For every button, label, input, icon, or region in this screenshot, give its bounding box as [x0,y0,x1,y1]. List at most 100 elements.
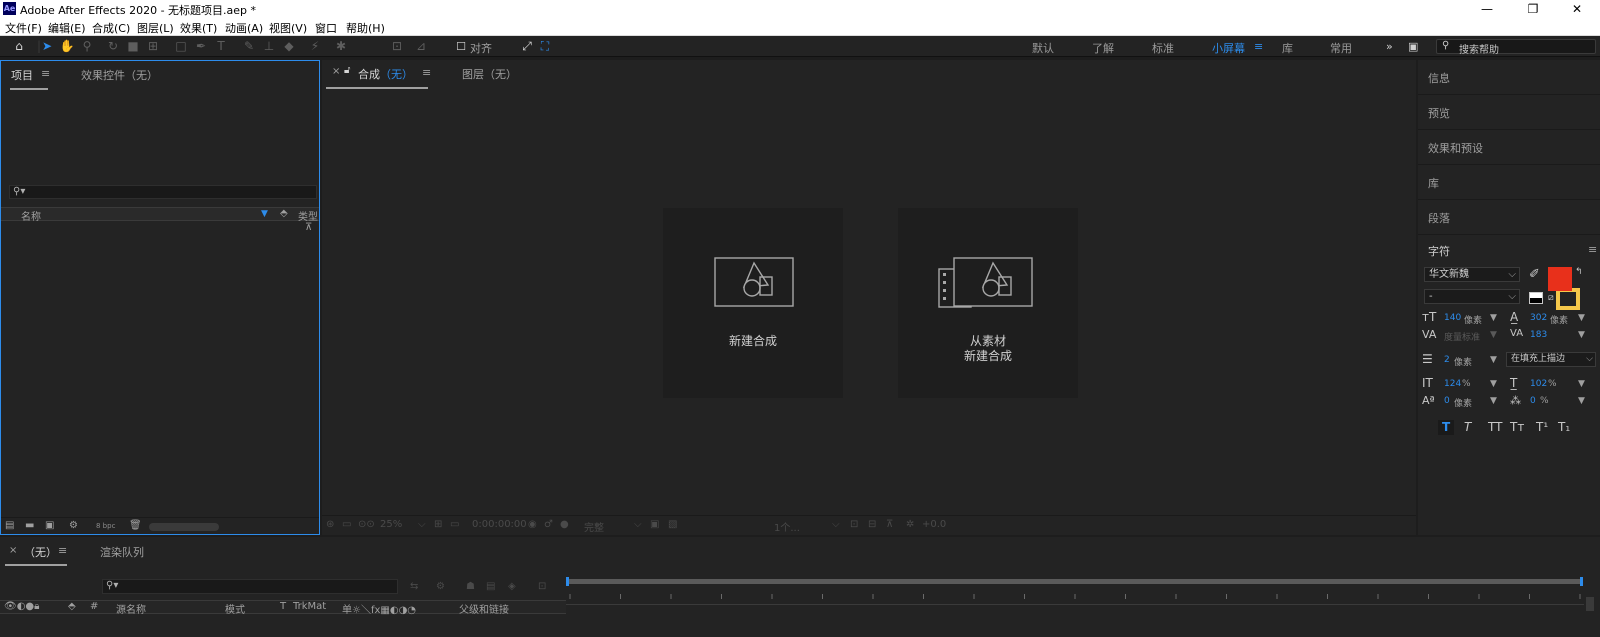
monitor-icon[interactable]: ▭ [342,519,351,530]
faux-bold-button[interactable]: T [1442,420,1450,434]
comp-panel-menu-icon[interactable]: ≡ [422,66,431,79]
fast-preview-icon[interactable]: ⊡ [850,519,858,530]
baseline-shift-value[interactable]: 0 [1444,396,1450,406]
exposure-value[interactable]: +0.0 [922,519,946,530]
eyedropper-icon[interactable]: ✐ [1529,267,1540,282]
timecode-display[interactable]: 0:00:00:00 [472,519,527,530]
tab-project[interactable]: 项目 [11,67,33,83]
show-snapshot-icon[interactable]: ♂ [544,519,553,530]
always-preview-icon[interactable]: ⊛ [326,519,334,530]
timeline-search-input[interactable]: ⚲▾ [102,579,398,594]
tab-layer[interactable]: 图层（无） [462,66,517,82]
leading-value[interactable]: 302 [1530,313,1547,323]
exposure-icon[interactable]: ✲ [906,519,914,530]
panel-libraries[interactable]: 库 [1418,165,1600,200]
av-switches-icon[interactable]: 👁◐●🔒︎ [4,601,39,612]
bit-depth-label[interactable]: 8 bpc [96,522,115,530]
vertical-scrollbar[interactable] [1586,597,1594,611]
rectangle-tool-icon[interactable]: □ [172,38,190,55]
panel-effects-presets[interactable]: 效果和预设 [1418,130,1600,165]
axis-world-icon[interactable]: ⊿ [412,38,430,55]
column-switches[interactable]: 单☼＼fx▦◐◑◔ [342,601,416,616]
zoom-dropdown[interactable]: 25% [380,519,402,530]
rotate-tool-icon[interactable]: ↻ [104,38,122,55]
timeline-icon[interactable]: ⊟ [868,519,876,530]
new-composition-icon[interactable]: ▣ [45,520,54,531]
workspace-common[interactable]: 常用 [1330,40,1352,56]
eraser-tool-icon[interactable]: ◆ [280,38,298,55]
hand-tool-icon[interactable]: ✋ [58,38,76,55]
flowchart-icon[interactable]: ⊼ [886,519,893,530]
selection-tool-icon[interactable]: ➤ [38,38,56,55]
font-style-select[interactable]: - ⌵ [1424,289,1520,304]
delete-trash-icon[interactable]: 🗑 [129,520,142,531]
roto-brush-tool-icon[interactable]: ⚡ [306,38,324,55]
tab-render-queue[interactable]: 渲染队列 [100,544,144,560]
views-dropdown[interactable]: 1个... [774,519,800,534]
black-white-swatch[interactable] [1529,292,1543,304]
kerning-value[interactable]: 度量标准 [1444,330,1480,343]
workspace-menu-icon[interactable]: ≡ [1254,40,1263,53]
column-t[interactable]: T [280,601,286,612]
snap-grid-icon[interactable]: ⛶ [536,38,554,55]
workspace-small-screen[interactable]: 小屏幕 [1212,40,1245,56]
workspace-layout-icon[interactable]: ▣ [1408,40,1418,53]
tab-effect-controls[interactable]: 效果控件（无） [81,67,158,83]
menu-layer[interactable]: 图层(L) [137,20,174,36]
camera-tool-icon[interactable]: ■ [124,38,142,55]
menu-animation[interactable]: 动画(A) [225,20,263,36]
menu-effect[interactable]: 效果(T) [180,20,217,36]
brush-tool-icon[interactable]: ✎ [240,38,258,55]
new-folder-icon[interactable]: ▬ [25,520,34,531]
character-panel-menu-icon[interactable]: ≡ [1588,243,1597,256]
flowchart-icon[interactable]: ⊼ [305,222,312,233]
column-source-name[interactable]: 源名称 [116,601,146,616]
fill-color-swatch[interactable] [1548,267,1572,291]
more-workspaces-icon[interactable]: » [1386,40,1393,53]
motion-blur-icon[interactable]: ◈ [508,581,516,592]
close-button[interactable]: ✕ [1554,0,1600,18]
graph-editor-icon[interactable]: ⊡ [538,581,546,592]
workspace-standard[interactable]: 标准 [1152,40,1174,56]
zoom-tool-icon[interactable]: ⚲ [78,38,96,55]
lock-icon[interactable]: 🔓︎ [344,65,350,76]
tab-composition[interactable]: 合成（无） [358,66,413,82]
axis-local-icon[interactable]: ⊡ [388,38,406,55]
project-settings-icon[interactable]: ⚙ [69,520,78,531]
stroke-width-value[interactable]: 2 [1444,355,1450,365]
interpret-footage-icon[interactable]: ▤ [5,520,14,531]
chevron-down-icon[interactable]: ▼ [1490,396,1497,406]
swap-colors-icon[interactable]: ↰ [1575,267,1583,277]
chevron-down-icon[interactable]: ▼ [1490,379,1497,389]
pan-behind-tool-icon[interactable]: ⊞ [144,38,162,55]
region-icon[interactable]: ▣ [650,519,659,530]
tsume-value[interactable]: 0 [1530,396,1536,406]
timeline-panel-menu-icon[interactable]: ≡ [58,544,67,557]
project-panel-menu-icon[interactable]: ≡ [41,67,50,80]
puppet-pin-tool-icon[interactable]: ✱ [332,38,350,55]
workspace-learn[interactable]: 了解 [1092,40,1114,56]
column-type[interactable]: 类型 [298,208,318,223]
workspace-libraries[interactable]: 库 [1282,40,1293,56]
horizontal-scale-value[interactable]: 102 [1530,379,1547,389]
close-tab-icon[interactable]: × [332,66,340,77]
menu-window[interactable]: 窗口 [315,20,337,36]
vr-icon[interactable]: ⊙⊙ [358,519,375,530]
chevron-down-icon[interactable]: ▼ [1490,355,1497,365]
faux-italic-button[interactable]: T [1464,420,1471,434]
chevron-down-icon[interactable]: ▼ [1578,330,1585,340]
pen-tool-icon[interactable]: ✒ [192,38,210,55]
close-tab-icon[interactable]: × [9,545,17,556]
draft-3d-icon[interactable]: ⚙ [436,581,445,592]
timeline-ruler[interactable] [566,577,1584,601]
type-tool-icon[interactable]: T [212,38,230,55]
panel-info[interactable]: 信息 [1418,60,1600,95]
chevron-down-icon[interactable]: ▼ [1490,330,1497,340]
column-trkmat[interactable]: TrkMat [293,601,326,612]
font-size-value[interactable]: 140 [1444,313,1461,323]
channel-icon[interactable]: ● [560,519,569,530]
menu-file[interactable]: 文件(F) [5,20,42,36]
home-icon[interactable]: ⌂ [10,38,28,55]
stroke-mode-select[interactable]: 在填充上描边 ⌵ [1506,352,1596,367]
mask-icon[interactable]: ▭ [450,519,459,530]
